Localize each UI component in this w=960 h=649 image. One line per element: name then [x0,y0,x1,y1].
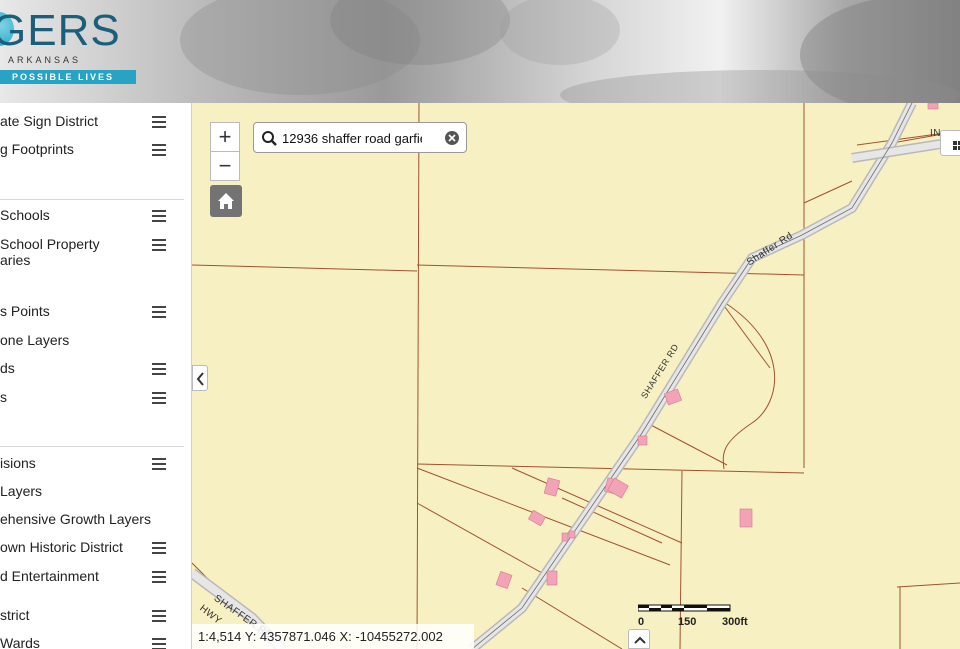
layer-item[interactable]: ate Sign District [0,113,191,133]
parcel-lines [192,103,960,649]
grid-icon [953,141,960,150]
basemap-gallery-button[interactable] [940,130,960,156]
search-input[interactable]: 12936 shaffer road garfie [282,131,422,146]
layer-item[interactable]: s [0,389,191,409]
address-search-box[interactable]: 12936 shaffer road garfie [253,122,467,153]
layer-menu-icon[interactable] [152,610,166,622]
home-icon [218,193,234,209]
layer-label: Layers [0,483,43,499]
scale-label: 150 [678,616,697,628]
layer-item[interactable]: Schools [0,207,191,227]
layer-label: ate Sign District [0,113,99,129]
layer-item[interactable]: strict [0,607,191,627]
scale-label: 0 [638,616,645,628]
layer-item[interactable]: ehensive Growth Layers [0,511,191,531]
layer-menu-icon[interactable] [152,210,166,222]
layer-label: Wards [0,635,40,649]
layer-menu-icon[interactable] [152,392,166,404]
scale-bar-graphic [638,604,731,612]
layer-label: School Property aries [0,236,100,268]
divider [0,199,184,200]
chevron-up-icon [634,636,646,644]
city-logo[interactable]: GERS ARKANSAS POSSIBLE LIVES [0,0,138,86]
layer-label: Schools [0,207,50,223]
zoom-in-button[interactable]: + [210,122,240,152]
layer-menu-icon[interactable] [152,638,166,649]
layer-label: s [0,389,7,405]
layer-menu-icon[interactable] [152,542,166,554]
layer-item[interactable]: s Points [0,303,191,323]
layer-item[interactable]: g Footprints [0,141,191,161]
layer-label: ds [0,360,15,376]
logo-state: ARKANSAS [8,55,82,65]
layer-item[interactable]: School Property aries [0,236,191,270]
layer-menu-icon[interactable] [152,458,166,470]
layer-label: g Footprints [0,141,74,157]
coordinate-readout: 1:4,514 Y: 4357871.046 X: -10455272.002 [192,624,474,649]
scale-bar: 0 150 300ft [638,603,748,629]
roads [192,103,960,649]
layer-menu-icon[interactable] [152,116,166,128]
layer-item[interactable]: ds [0,360,191,380]
layer-item[interactable]: one Layers [0,332,191,352]
header-banner: GERS ARKANSAS POSSIBLE LIVES [0,0,960,103]
zoom-out-button[interactable]: − [210,151,240,181]
layer-menu-icon[interactable] [152,306,166,318]
map-view[interactable]: Shaffer Rd SHAFFER RD SHAFFER RD HWY IN … [192,103,960,649]
layer-item[interactable]: d Entertainment [0,568,191,588]
attribution-toggle-button[interactable] [628,629,650,649]
home-button[interactable] [210,185,242,217]
layer-label: isions [0,455,36,471]
layer-item[interactable]: own Historic District [0,539,191,559]
layer-label: own Historic District [0,539,123,555]
scale-label: 300ft [722,616,748,628]
parcel-map-canvas [192,103,960,649]
layer-label: strict [0,607,30,623]
collapse-panel-button[interactable] [192,365,208,391]
layer-label: ehensive Growth Layers [0,511,151,527]
chevron-left-icon [196,372,204,386]
layer-item[interactable]: Wards [0,635,191,649]
logo-tagline: POSSIBLE LIVES [0,70,136,84]
clear-search-icon[interactable] [444,130,460,146]
search-icon [262,131,277,146]
logo-wordmark: GERS [0,6,121,55]
layer-list-panel: ate Sign District g Footprints Schools S… [0,103,192,649]
header-tree-photo [180,0,960,103]
layer-label: s Points [0,303,50,319]
layer-menu-icon[interactable] [152,363,166,375]
road-centerline [471,103,913,649]
layer-label: d Entertainment [0,568,99,584]
layer-menu-icon[interactable] [152,571,166,583]
divider [0,446,184,447]
layer-menu-icon[interactable] [152,239,166,251]
layer-item[interactable]: Layers [0,483,191,503]
layer-menu-icon[interactable] [152,144,166,156]
layer-label: one Layers [0,332,70,348]
layer-item[interactable]: isions [0,455,191,475]
